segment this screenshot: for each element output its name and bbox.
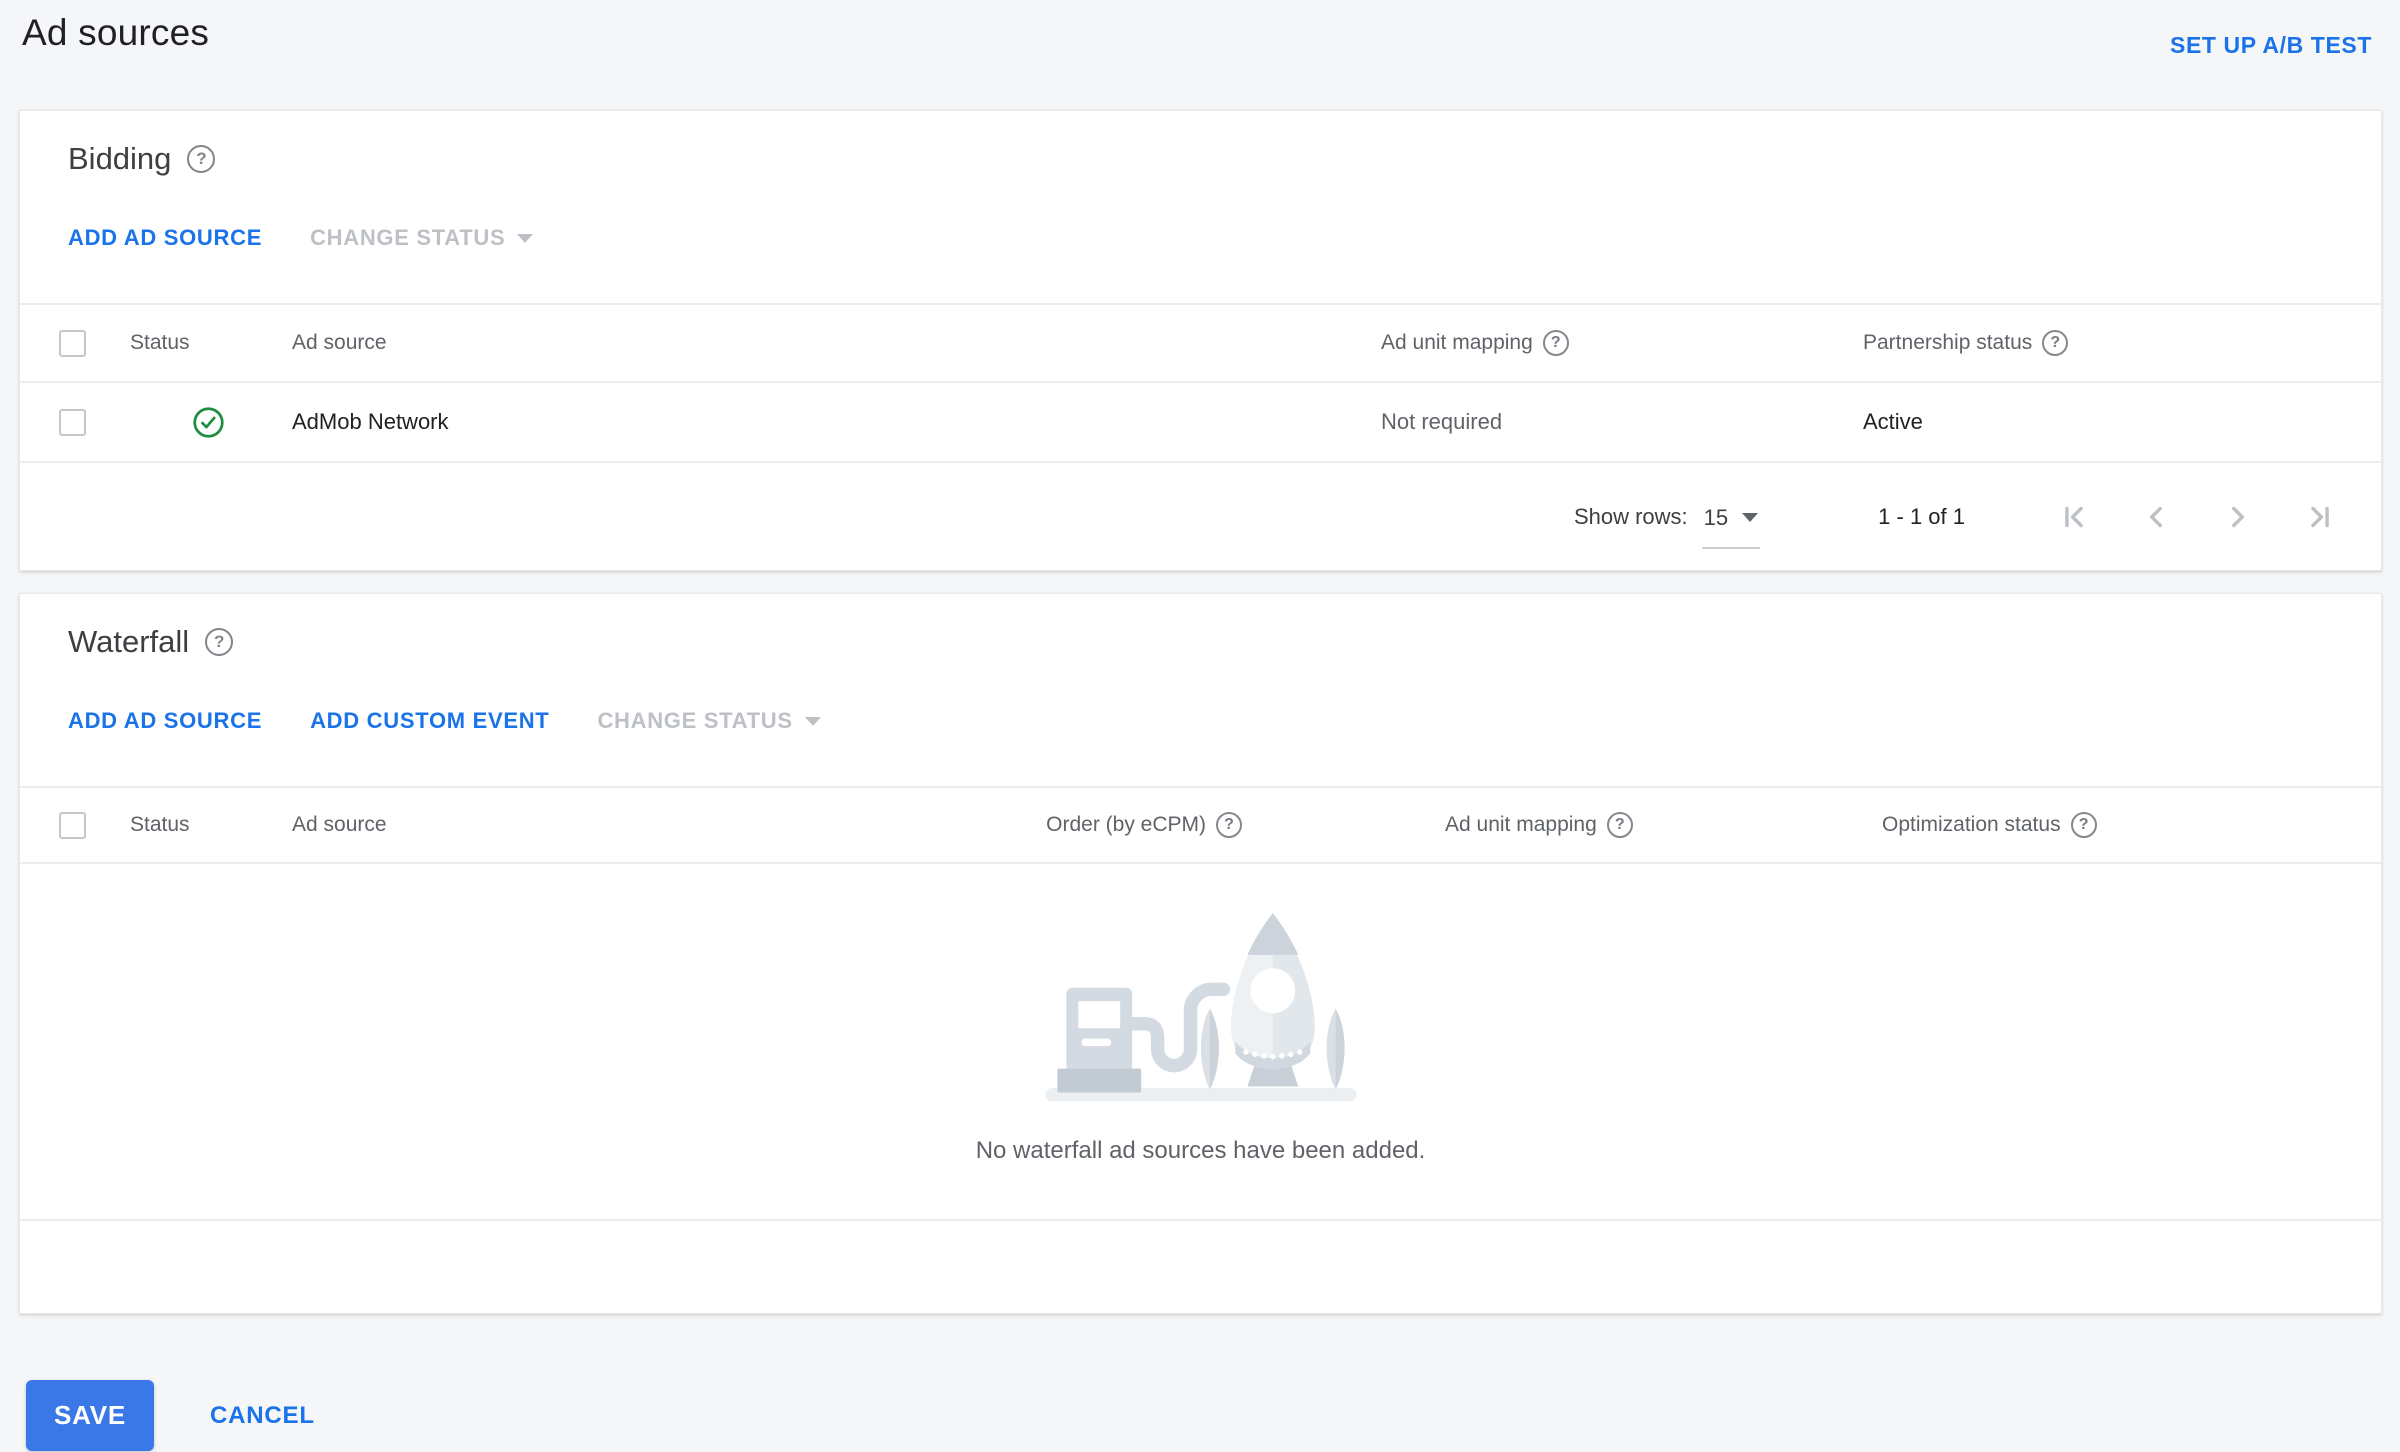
bidding-table-header: Status Ad source Ad unit mapping ? Partn… (20, 303, 2381, 381)
bidding-add-ad-source-button[interactable]: ADD AD SOURCE (68, 225, 262, 251)
page-header: Ad sources SET UP A/B TEST (0, 0, 2400, 110)
waterfall-col-optimization-status: Optimization status ? (1684, 812, 2381, 838)
chevron-down-icon (804, 716, 821, 726)
waterfall-table: Status Ad source Order (by eCPM) ? Ad un… (20, 786, 2381, 1313)
waterfall-add-custom-event-button[interactable]: ADD CUSTOM EVENT (310, 708, 549, 734)
pagination-range: 1 - 1 of 1 (1878, 503, 1965, 529)
ad-unit-mapping-value: Not required (1381, 409, 1503, 434)
row-checkbox[interactable] (59, 408, 86, 436)
help-icon[interactable]: ? (187, 145, 216, 173)
bidding-col-ad-unit-mapping: Ad unit mapping ? (1381, 330, 1863, 356)
waterfall-change-status-button: CHANGE STATUS (597, 708, 821, 734)
cancel-button[interactable]: CANCEL (210, 1402, 315, 1430)
bidding-card: Bidding ? ADD AD SOURCE CHANGE STATUS St… (19, 110, 2382, 571)
bidding-table: Status Ad source Ad unit mapping ? Partn… (20, 303, 2381, 570)
select-all-checkbox[interactable] (59, 811, 86, 839)
bidding-change-status-button: CHANGE STATUS (310, 225, 534, 251)
setup-ab-test-button[interactable]: SET UP A/B TEST (2170, 32, 2372, 59)
bidding-title-text: Bidding (68, 141, 172, 176)
bidding-section-title: Bidding ? (68, 141, 2333, 177)
help-icon[interactable]: ? (1216, 812, 1242, 838)
next-page-icon[interactable] (2221, 500, 2255, 534)
bidding-pagination: Show rows: 15 1 - 1 of 1 (20, 463, 2381, 570)
bidding-col-partnership-status: Partnership status ? (1863, 330, 2381, 356)
waterfall-empty-message: No waterfall ad sources have been added. (975, 1137, 1426, 1164)
ad-unit-mapping-label: Ad unit mapping (1445, 813, 1597, 836)
waterfall-footer-strip (20, 1219, 2381, 1313)
partnership-status-value: Active (1863, 409, 1923, 434)
help-icon[interactable]: ? (2042, 330, 2069, 356)
help-icon[interactable]: ? (1542, 330, 1569, 356)
bidding-change-status-label: CHANGE STATUS (310, 225, 506, 250)
help-icon[interactable]: ? (1606, 812, 1633, 838)
waterfall-col-ad-source: Ad source (292, 813, 387, 836)
help-icon[interactable]: ? (2070, 812, 2097, 838)
first-page-icon[interactable] (2057, 500, 2091, 534)
show-rows-select[interactable]: 15 (1701, 501, 1761, 549)
page-title: Ad sources (22, 12, 210, 53)
table-row: AdMob Network Not required Active (20, 381, 2381, 463)
ad-unit-mapping-label: Ad unit mapping (1381, 331, 1533, 354)
order-ecpm-label: Order (by eCPM) (1046, 813, 1206, 836)
rocket-fuel-pump-illustration (1044, 912, 1357, 1102)
partnership-status-label: Partnership status (1863, 331, 2033, 354)
select-all-checkbox[interactable] (59, 329, 86, 357)
waterfall-col-status: Status (130, 813, 190, 836)
waterfall-col-ad-unit-mapping: Ad unit mapping ? (1246, 812, 1684, 838)
bidding-col-ad-source: Ad source (292, 331, 387, 354)
waterfall-title-text: Waterfall (68, 624, 190, 659)
optimization-status-label: Optimization status (1882, 813, 2061, 836)
waterfall-section-title: Waterfall ? (68, 624, 2333, 660)
waterfall-card: Waterfall ? ADD AD SOURCE ADD CUSTOM EVE… (19, 593, 2382, 1314)
show-rows-label: Show rows: (1573, 503, 1688, 529)
bidding-col-status: Status (130, 331, 190, 354)
waterfall-col-order: Order (by eCPM) ? (1002, 812, 1246, 838)
ad-source-name[interactable]: AdMob Network (292, 409, 1381, 435)
save-button[interactable]: SAVE (26, 1380, 154, 1451)
last-page-icon[interactable] (2303, 500, 2337, 534)
previous-page-icon[interactable] (2139, 500, 2173, 534)
waterfall-add-ad-source-button[interactable]: ADD AD SOURCE (68, 708, 262, 734)
check-circle-icon (192, 406, 225, 439)
help-icon[interactable]: ? (205, 628, 234, 656)
waterfall-empty-state: No waterfall ad sources have been added. (20, 864, 2381, 1219)
chevron-down-icon (1742, 513, 1759, 522)
page-footer: SAVE CANCEL (0, 1314, 2400, 1451)
chevron-down-icon (517, 233, 534, 243)
waterfall-table-header: Status Ad source Order (by eCPM) ? Ad un… (20, 786, 2381, 864)
show-rows-value: 15 (1703, 504, 1729, 530)
waterfall-change-status-label: CHANGE STATUS (597, 708, 793, 733)
